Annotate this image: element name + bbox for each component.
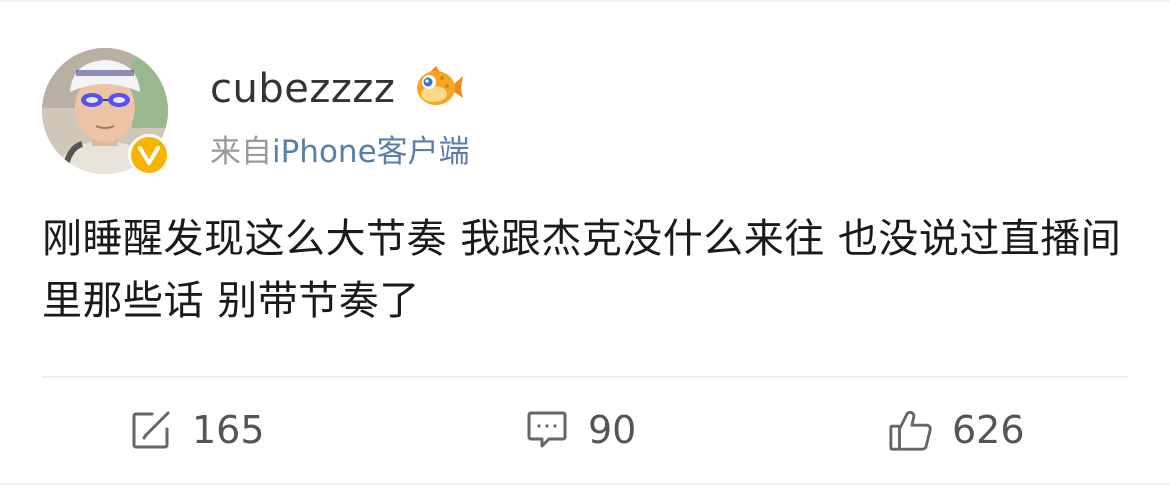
top-divider (0, 0, 1170, 2)
comment-icon (524, 407, 570, 453)
like-count: 626 (952, 408, 1025, 452)
pufferfish-member-icon[interactable] (414, 66, 464, 110)
repost-icon (128, 407, 174, 453)
source-client-link[interactable]: iPhone客户端 (272, 134, 470, 170)
username[interactable]: cubezzzz (210, 62, 395, 116)
post-text: 刚睡醒发现这么大节奏 我跟杰克没什么来往 也没说过直播间里那些话 别带节奏了 (42, 216, 1122, 324)
post-source: 来自iPhone客户端 (210, 128, 470, 176)
verified-v-icon (131, 137, 167, 173)
weibo-post-card: cubezzzz 来自iPhone客户端 刚睡醒发现这么大节奏 我跟杰克没什么来… (0, 0, 1170, 485)
source-prefix: 来自 (210, 134, 272, 170)
like-button[interactable]: 626 (888, 402, 1025, 458)
actions-divider (42, 376, 1128, 378)
thumbs-up-icon (888, 407, 934, 453)
comment-count: 90 (588, 408, 637, 452)
repost-count: 165 (192, 408, 265, 452)
repost-button[interactable]: 165 (128, 402, 265, 458)
comment-button[interactable]: 90 (524, 402, 636, 458)
verified-badge (128, 134, 170, 176)
